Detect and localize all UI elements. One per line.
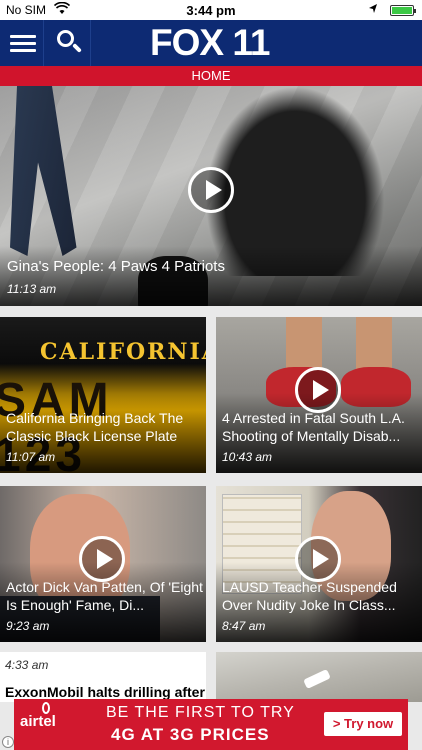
ad-brand: airtel (20, 713, 56, 730)
info-icon[interactable]: i (2, 736, 14, 748)
story-title: ExxonMobil halts drilling after (5, 684, 205, 700)
location-arrow-icon (368, 3, 378, 17)
hero-title: Gina's People: 4 Paws 4 Patriots (7, 258, 225, 275)
ad-banner[interactable]: airtel BE THE FIRST TO TRY 4G AT 3G PRIC… (14, 699, 408, 750)
story-card[interactable]: Actor Dick Van Patten, Of 'Eight Is Enou… (0, 486, 206, 642)
story-title: California Bringing Back The Classic Bla… (6, 410, 184, 444)
search-handle (72, 43, 82, 53)
story-time: 10:43 am (222, 450, 273, 464)
play-icon[interactable] (295, 367, 341, 413)
story-title: Actor Dick Van Patten, Of 'Eight Is Enou… (6, 579, 203, 613)
menu-button[interactable] (0, 20, 44, 66)
story-card[interactable]: 4 Arrested in Fatal South L.A. Shooting … (216, 317, 422, 473)
story-card[interactable]: LAUSD Teacher Suspended Over Nudity Joke… (216, 486, 422, 642)
status-bar: No SIM 3:44 pm (0, 0, 422, 20)
section-title: HOME (0, 66, 422, 86)
story-time: 9:23 am (6, 619, 50, 633)
battery-icon (390, 5, 416, 16)
story-image (303, 668, 331, 690)
story-title: LAUSD Teacher Suspended Over Nudity Joke… (222, 579, 397, 613)
search-lens (57, 30, 74, 47)
story-card[interactable] (216, 652, 422, 702)
story-time: 4:33 am (5, 658, 49, 672)
play-icon[interactable] (295, 536, 341, 582)
fox11-logo[interactable]: FOX 11 (150, 24, 270, 62)
ad-headline: BE THE FIRST TO TRY (106, 704, 295, 721)
story-time: 11:07 am (6, 450, 56, 464)
play-icon[interactable] (188, 167, 234, 213)
story-card-text[interactable]: 4:33 am ExxonMobil halts drilling after (0, 652, 206, 702)
ad-cta-button[interactable]: > Try now (324, 712, 402, 736)
story-title: 4 Arrested in Fatal South L.A. Shooting … (222, 410, 405, 444)
clock: 3:44 pm (186, 3, 236, 18)
hamburger-line (10, 42, 36, 45)
story-time: 8:47 am (222, 619, 266, 633)
story-card[interactable]: CALIFORNIA SAM 123 California Bringing B… (0, 317, 206, 473)
search-button[interactable] (45, 20, 91, 66)
hero-time: 11:13 am (7, 282, 57, 296)
top-nav: FOX 11 (0, 20, 422, 66)
hero-story[interactable]: Gina's People: 4 Paws 4 Patriots 11:13 a… (0, 86, 422, 306)
hamburger-icon (10, 35, 36, 38)
hero-gradient (0, 246, 422, 306)
ad-subheadline: 4G AT 3G PRICES (111, 725, 270, 744)
hamburger-line (10, 49, 36, 52)
play-icon[interactable] (79, 536, 125, 582)
plate-top-text: CALIFORNIA (40, 339, 206, 365)
